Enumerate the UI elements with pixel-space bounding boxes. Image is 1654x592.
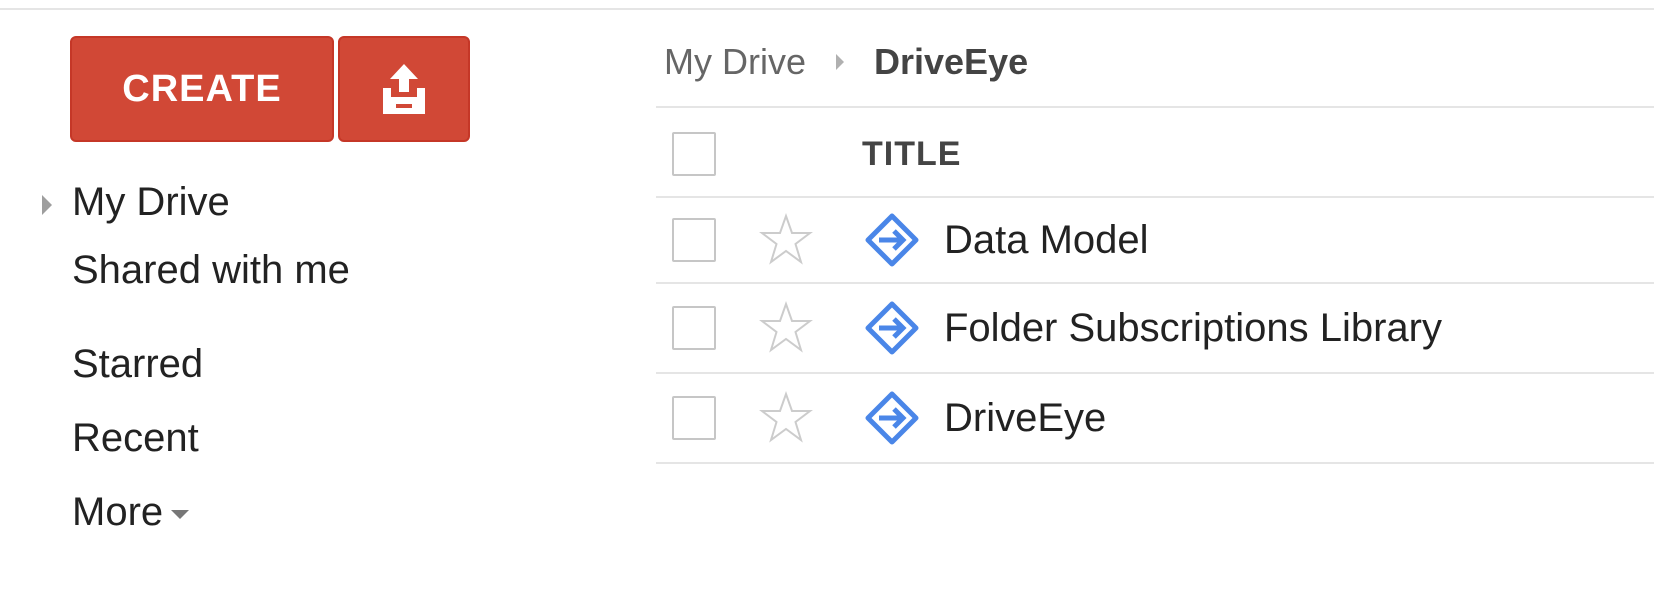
file-title[interactable]: DriveEye	[944, 374, 1106, 462]
sidebar-item-more-label: More	[72, 490, 164, 534]
list-divider	[656, 106, 1654, 108]
sidebar-item-more[interactable]: More	[72, 490, 190, 535]
file-list-header: TITLE	[656, 110, 1654, 198]
breadcrumb-separator-icon	[836, 54, 844, 70]
upload-button[interactable]	[338, 36, 470, 142]
row-checkbox[interactable]	[672, 396, 716, 440]
breadcrumb-root[interactable]: My Drive	[664, 41, 806, 83]
file-row[interactable]: Data Model	[656, 196, 1654, 284]
title-column-header[interactable]: TITLE	[862, 110, 961, 198]
file-row[interactable]: DriveEye	[656, 374, 1654, 462]
select-all-checkbox[interactable]	[672, 132, 716, 176]
apps-script-icon	[865, 391, 919, 445]
star-icon[interactable]	[758, 212, 814, 268]
sidebar-item-recent[interactable]: Recent	[72, 416, 199, 461]
file-title[interactable]: Data Model	[944, 196, 1149, 284]
create-button[interactable]: CREATE	[70, 36, 334, 142]
file-row[interactable]: Folder Subscriptions Library	[656, 284, 1654, 372]
sidebar-item-my-drive[interactable]: My Drive	[72, 180, 230, 225]
breadcrumb-current: DriveEye	[874, 41, 1029, 82]
apps-script-icon	[865, 213, 919, 267]
sidebar-item-shared-with-me[interactable]: Shared with me	[72, 248, 350, 293]
list-divider	[656, 462, 1654, 464]
apps-script-icon	[865, 301, 919, 355]
sidebar-item-starred[interactable]: Starred	[72, 342, 203, 387]
file-title[interactable]: Folder Subscriptions Library	[944, 284, 1442, 372]
breadcrumb: My Drive DriveEye	[664, 40, 1028, 84]
star-icon[interactable]	[758, 390, 814, 446]
row-checkbox[interactable]	[672, 218, 716, 262]
create-button-group: CREATE	[70, 36, 470, 142]
upload-icon	[383, 64, 425, 114]
top-divider	[0, 8, 1654, 10]
row-checkbox[interactable]	[672, 306, 716, 350]
star-icon[interactable]	[758, 300, 814, 356]
expand-arrow-icon[interactable]	[42, 195, 52, 215]
caret-down-icon	[171, 509, 190, 519]
